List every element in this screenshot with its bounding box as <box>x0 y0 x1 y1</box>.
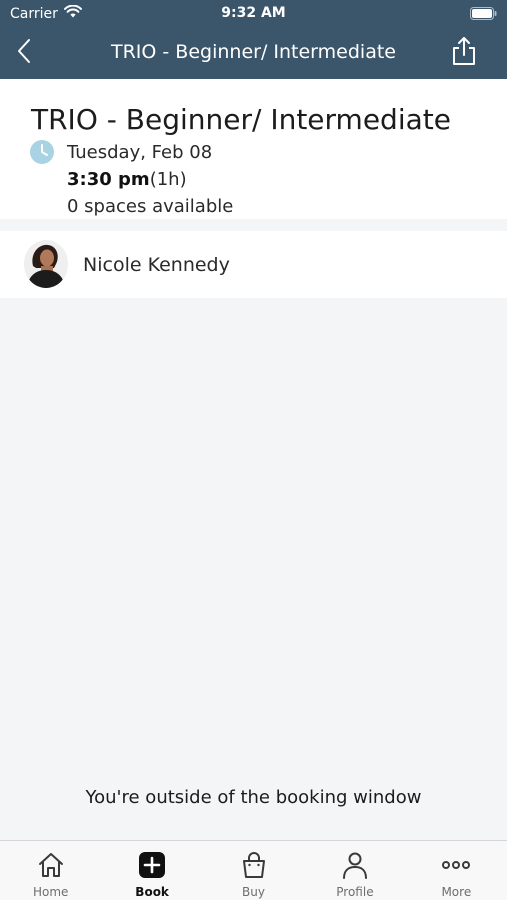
tab-more-label: More <box>441 885 472 899</box>
nav-bar: TRIO - Beginner/ Intermediate <box>0 28 507 79</box>
class-details-card: TRIO - Beginner/ Intermediate Tuesday, F… <box>0 79 507 219</box>
shopping-bag-icon <box>239 850 269 880</box>
status-time: 9:32 AM <box>221 5 286 21</box>
avatar <box>24 240 68 288</box>
class-duration: (1h) <box>149 169 187 190</box>
status-bar: Carrier 9:32 AM <box>0 0 507 28</box>
tab-bar: Home Book Buy Profile More <box>0 840 507 900</box>
share-button[interactable] <box>447 36 481 70</box>
instructor-row[interactable]: Nicole Kennedy <box>0 231 507 298</box>
class-title: TRIO - Beginner/ Intermediate <box>31 103 451 136</box>
instructor-name: Nicole Kennedy <box>83 254 230 276</box>
spaces-available: 0 spaces available <box>67 196 234 217</box>
plus-square-icon <box>137 850 167 880</box>
tab-home-label: Home <box>32 885 69 899</box>
app-header: Carrier 9:32 AM TRIO - Beginner/ Interme… <box>0 0 507 79</box>
tab-book-label: Book <box>135 885 169 899</box>
booking-window-message: You're outside of the booking window <box>85 787 422 808</box>
clock-icon <box>30 140 54 164</box>
nav-title: TRIO - Beginner/ Intermediate <box>111 41 396 63</box>
tab-home[interactable]: Home <box>0 841 101 900</box>
tab-buy-label: Buy <box>242 885 265 899</box>
share-icon <box>451 36 477 70</box>
tab-more[interactable]: More <box>406 841 507 900</box>
battery-icon <box>470 7 497 24</box>
tab-profile[interactable]: Profile <box>304 841 405 900</box>
person-icon <box>340 850 370 880</box>
class-time-row: 3:30 pm(1h) <box>67 169 187 190</box>
more-dots-icon <box>441 850 471 880</box>
tab-buy[interactable]: Buy <box>203 841 304 900</box>
class-time: 3:30 pm <box>67 169 150 190</box>
tab-book[interactable]: Book <box>101 841 202 900</box>
home-icon <box>36 850 66 880</box>
tab-profile-label: Profile <box>336 885 374 899</box>
back-button[interactable] <box>8 36 40 70</box>
chevron-left-icon <box>17 38 31 68</box>
class-date: Tuesday, Feb 08 <box>67 142 213 163</box>
